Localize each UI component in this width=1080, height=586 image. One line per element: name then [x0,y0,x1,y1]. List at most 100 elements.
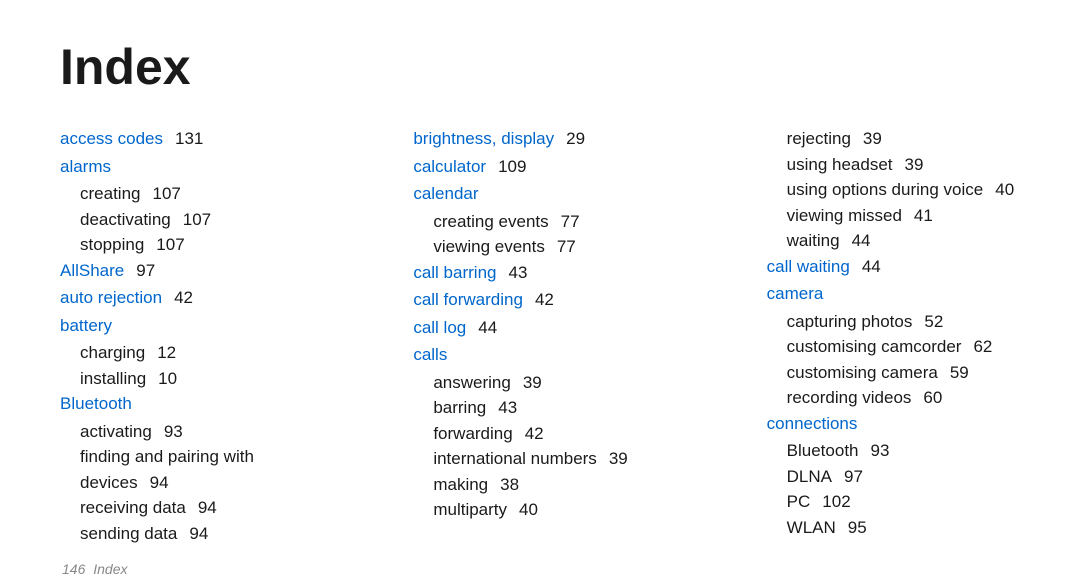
index-subentry: creating events77 [433,209,666,235]
index-term: alarms [60,157,111,176]
index-entry: connections [767,411,1020,437]
index-subterm: multiparty [433,500,507,519]
index-subentry: PC 102 [787,489,1020,515]
index-subterm: customising camera [787,363,938,382]
index-subterm: using options during voice [787,180,984,199]
index-subentry: devices94 [80,470,313,496]
index-term: camera [767,284,824,303]
index-subentry: viewing events77 [433,234,666,260]
index-entry: call forwarding 42 [413,287,666,313]
index-term: calendar [413,184,478,203]
index-term: battery [60,316,112,335]
index-subterm: recording videos [787,388,912,407]
footer-section-label: Index [93,561,127,577]
index-subentry: making38 [433,472,666,498]
index-subterm: rejecting [787,129,851,148]
index-page-ref: 102 [822,492,850,511]
index-subterm: DLNA [787,467,832,486]
index-page-ref: 40 [519,500,538,519]
index-subterm: answering [433,373,511,392]
index-entry: Bluetooth [60,391,313,417]
index-entry: calendar [413,181,666,207]
footer-page-number: 146 [60,560,87,578]
index-subterm: customising camcorder [787,337,962,356]
index-entry: brightness, display29 [413,126,666,152]
index-columns: access codes 131 alarms creating 107 deact… [60,126,1020,546]
index-entry: calculator 109 [413,154,666,180]
index-page-ref: 97 [136,261,155,280]
index-page-ref: 42 [525,424,544,443]
index-subentry: receiving data94 [80,495,313,521]
index-page-ref: 39 [523,373,542,392]
index-subterm: waiting [787,231,840,250]
index-page-ref: 109 [498,157,526,176]
index-subterm: viewing events [433,237,545,256]
index-subterm: PC [787,492,811,511]
index-entry: camera [767,281,1020,307]
index-subentry: capturing photos52 [787,309,1020,335]
index-term: AllShare [60,261,124,280]
index-subentry: stopping107 [80,232,313,258]
index-page-ref: 44 [478,318,497,337]
index-subentry: DLNA97 [787,464,1020,490]
index-page-ref: 29 [566,129,585,148]
index-page-ref: 131 [175,129,203,148]
index-subterm: deactivating [80,210,171,229]
index-subentry: customising camera59 [787,360,1020,386]
index-entry: access codes 131 [60,126,313,152]
page-title: Index [60,38,1020,96]
index-page-ref: 95 [848,518,867,537]
index-subentry: multiparty 40 [433,497,666,523]
index-page-ref: 43 [508,263,527,282]
index-page-ref: 38 [500,475,519,494]
index-subterm: charging [80,343,145,362]
index-term: connections [767,414,858,433]
column-1: access codes 131 alarms creating 107 deact… [60,126,313,546]
index-page-ref: 39 [905,155,924,174]
index-page-ref: 42 [535,290,554,309]
index-entry: call log44 [413,315,666,341]
index-term: calculator [413,157,486,176]
index-page-ref: 39 [863,129,882,148]
index-page-ref: 94 [150,473,169,492]
index-page-ref: 93 [871,441,890,460]
index-subterm: receiving data [80,498,186,517]
page-footer: 146 Index [60,560,128,578]
index-subterm: international numbers [433,449,596,468]
index-term: calls [413,345,447,364]
index-page-ref: 41 [914,206,933,225]
column-2: brightness, display29 calculator 109 cale… [413,126,666,546]
index-page-ref: 107 [152,184,180,203]
column-3: rejecting39 using headset39 using option… [767,126,1020,546]
index-term: call forwarding [413,290,523,309]
index-subterm: sending data [80,524,177,543]
index-page-ref: 60 [923,388,942,407]
index-page-ref: 12 [157,343,176,362]
index-term: call waiting [767,257,850,276]
index-subterm: forwarding [433,424,512,443]
index-page-ref: 44 [852,231,871,250]
index-term: Bluetooth [60,394,132,413]
index-subentry: waiting 44 [787,228,1020,254]
index-term: access codes [60,129,163,148]
index-page-ref: 93 [164,422,183,441]
index-subentry: answering 39 [433,370,666,396]
index-subentry: deactivating107 [80,207,313,233]
index-page-ref: 44 [862,257,881,276]
index-page-ref: 43 [498,398,517,417]
index-entry: alarms [60,154,313,180]
index-subentry: WLAN95 [787,515,1020,541]
index-subentry: using options during voice40 [787,177,1020,203]
index-page-ref: 39 [609,449,628,468]
index-page-ref: 52 [924,312,943,331]
index-subentry: barring43 [433,395,666,421]
index-subentry: sending data94 [80,521,313,547]
index-page-ref: 77 [561,212,580,231]
index-subterm: installing [80,369,146,388]
index-subentry: creating 107 [80,181,313,207]
index-subentry: customising camcorder 62 [787,334,1020,360]
index-page-ref: 42 [174,288,193,307]
index-entry: call waiting 44 [767,254,1020,280]
index-subterm: creating [80,184,140,203]
index-page-ref: 62 [973,337,992,356]
